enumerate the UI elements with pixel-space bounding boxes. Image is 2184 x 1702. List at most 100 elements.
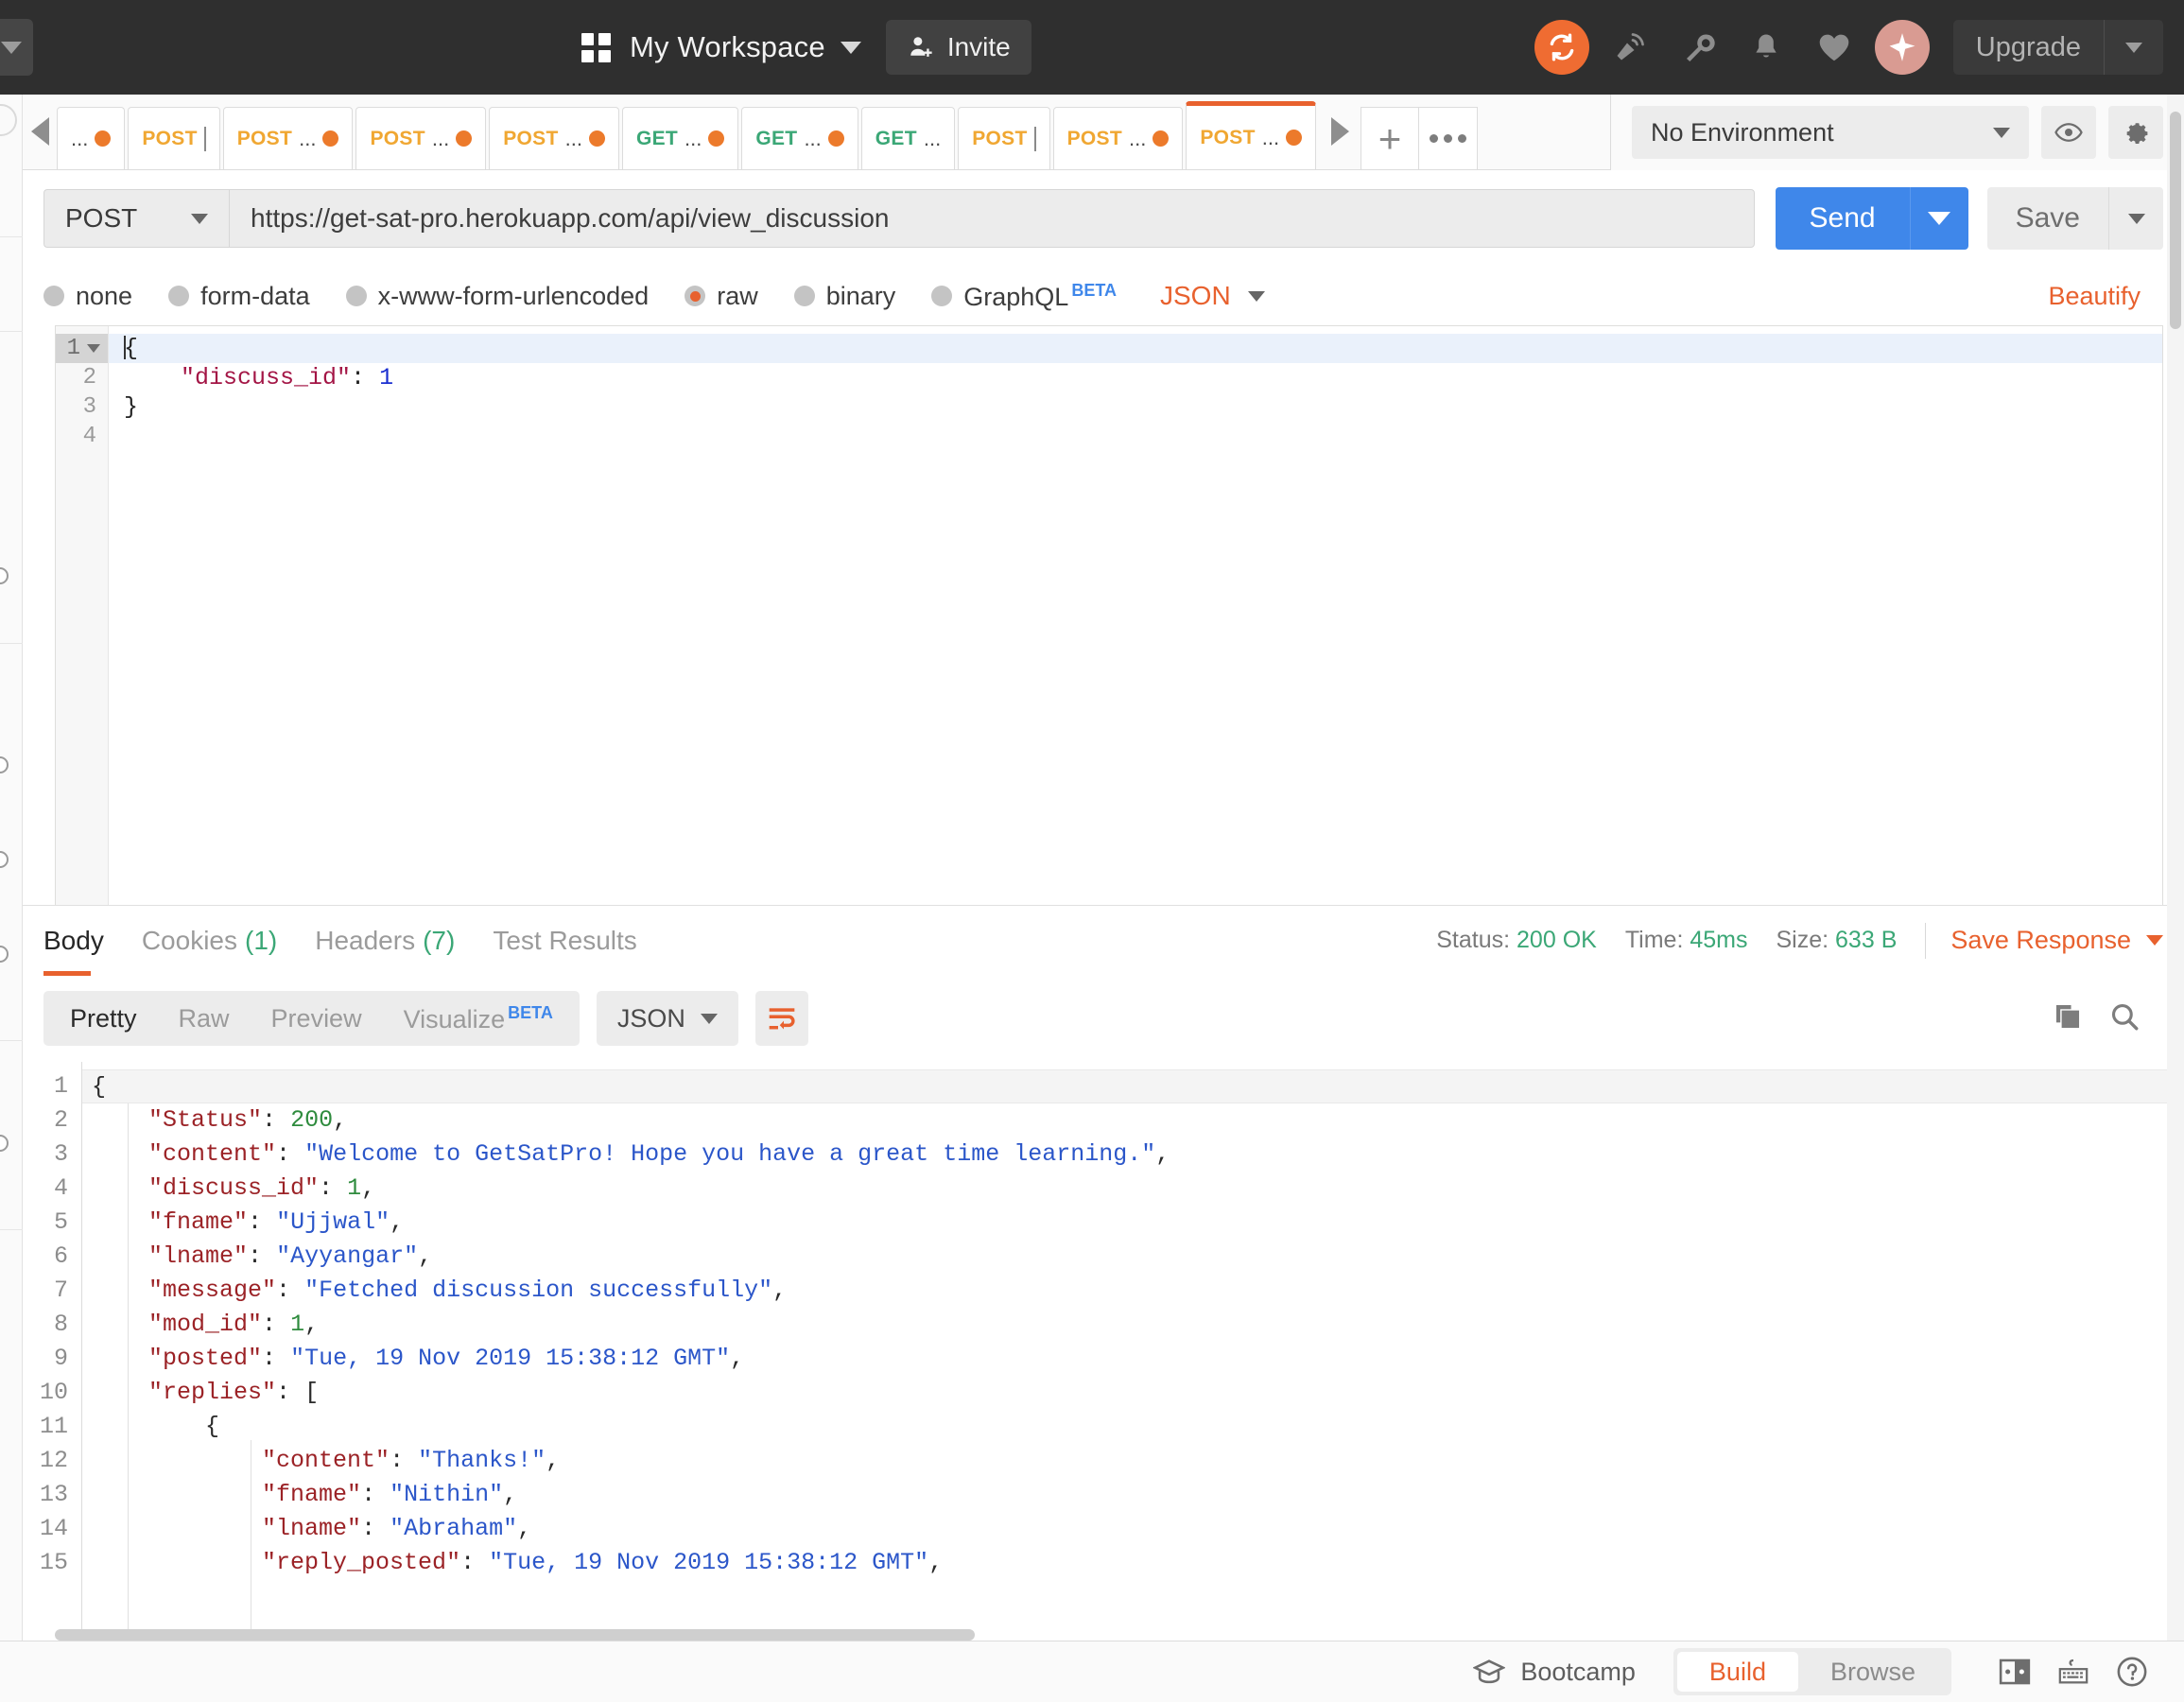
notifications-button[interactable]	[1732, 0, 1800, 95]
environment-quick-look-button[interactable]	[2041, 106, 2096, 159]
code-line: "mod_id": 1,	[148, 1311, 320, 1338]
save-button[interactable]: Save	[1986, 187, 2108, 250]
response-body-viewer[interactable]: 1 2 3 4 5 6 7 8 9 10 11 12 13 14 15 { "Status": 200, "…	[23, 1062, 2184, 1641]
request-tab[interactable]: GET...	[860, 107, 956, 169]
response-tab-cookies[interactable]: Cookies (1)	[142, 906, 277, 976]
save-response-button[interactable]: Save Response	[1950, 926, 2163, 955]
sync-button[interactable]	[1528, 0, 1596, 95]
request-tab[interactable]: POST...	[1186, 101, 1317, 169]
line-number: 4	[53, 1174, 68, 1202]
top-bar: My Workspace Invite Upgrade	[0, 0, 2184, 95]
tabs-scroll-left-button[interactable]	[23, 94, 57, 169]
settings-button[interactable]	[2108, 106, 2163, 159]
save-group: Save	[1986, 187, 2163, 250]
request-tab[interactable]: GET...	[621, 107, 739, 169]
response-horizontal-scrollbar[interactable]	[55, 1629, 2146, 1641]
line-number: 10	[39, 1379, 68, 1406]
request-tab[interactable]: POST	[958, 107, 1050, 169]
request-tab[interactable]: POST...	[222, 107, 354, 169]
view-mode-visualize[interactable]: Visualize BETA	[383, 1003, 574, 1034]
copy-button[interactable]	[2052, 1000, 2084, 1037]
beautify-button[interactable]: Beautify	[2048, 282, 2141, 311]
tabs-scroll-right-button[interactable]	[1319, 94, 1361, 169]
body-type-radio-x-www-form-urlencoded[interactable]: x-www-form-urlencoded	[345, 282, 649, 311]
request-body-editor[interactable]: 12 3 4 { "discuss_id": 1}	[55, 325, 2163, 905]
request-tab[interactable]: ...	[57, 107, 126, 169]
keyboard-shortcuts-button[interactable]	[2044, 1641, 2103, 1702]
wrench-button[interactable]	[1664, 0, 1732, 95]
request-tab[interactable]: POST...	[489, 107, 619, 169]
unsaved-indicator-icon	[456, 130, 473, 147]
graduation-cap-icon	[1473, 1659, 1506, 1684]
collection-bullet	[0, 851, 9, 868]
search-button[interactable]	[2108, 1000, 2141, 1037]
tab-title: ...	[1261, 125, 1280, 149]
eye-icon	[2054, 123, 2083, 142]
body-type-radio-graphql[interactable]: GraphQL BETA	[931, 281, 1117, 312]
response-tab-body[interactable]: Body	[43, 906, 104, 976]
request-tab[interactable]: POST	[128, 107, 220, 169]
response-format-label: JSON	[616, 1003, 685, 1033]
code-line: "content": "Thanks!",	[262, 1447, 561, 1474]
response-tab-headers[interactable]: Headers (7)	[315, 906, 455, 976]
view-mode-raw[interactable]: Raw	[158, 1004, 251, 1033]
body-format-selector[interactable]: JSON	[1160, 281, 1265, 311]
code-line: "posted": "Tue, 19 Nov 2019 15:38:12 GMT…	[148, 1345, 745, 1372]
app-shell: ... POST POST... POST... POST... GET... GET...…	[0, 95, 2184, 1641]
new-button[interactable]	[1868, 0, 1936, 95]
send-button[interactable]: Send	[1775, 187, 1910, 250]
favorites-button[interactable]	[1800, 0, 1868, 95]
chevron-down-icon[interactable]	[840, 41, 861, 54]
bootcamp-button[interactable]: Bootcamp	[1473, 1658, 1636, 1687]
two-pane-layout-button[interactable]	[1985, 1641, 2044, 1702]
code-line: "fname": "Ujjwal",	[148, 1208, 405, 1236]
response-format-selector[interactable]: JSON	[596, 991, 738, 1046]
invite-button[interactable]: Invite	[885, 20, 1031, 75]
code-line: "discuss_id": 1	[181, 364, 394, 391]
chevron-down-icon	[191, 213, 208, 224]
tab-method: GET	[635, 127, 679, 149]
chevron-down-icon	[1928, 212, 1951, 225]
view-mode-pretty[interactable]: Pretty	[49, 1004, 158, 1033]
response-body-code[interactable]: { "Status": 200, "content": "Welcome to …	[81, 1062, 2184, 1641]
build-tab[interactable]: Build	[1676, 1652, 1798, 1692]
url-input[interactable]: https://get-sat-pro.herokuapp.com/api/vi…	[229, 189, 1755, 248]
environment-selector[interactable]: No Environment	[1632, 106, 2029, 159]
sidebar-toggle-button[interactable]	[0, 19, 33, 76]
request-tab[interactable]: GET...	[741, 107, 858, 169]
request-tab[interactable]: POST...	[1052, 107, 1184, 169]
http-method-selector[interactable]: POST	[43, 189, 229, 248]
request-tab[interactable]: POST...	[355, 107, 487, 169]
save-options-button[interactable]	[2108, 187, 2163, 250]
body-type-radio-binary[interactable]: binary	[793, 282, 895, 311]
grid-icon	[581, 32, 611, 62]
response-tab-test-results[interactable]: Test Results	[493, 906, 637, 976]
radio-icon	[793, 286, 815, 306]
send-options-button[interactable]	[1909, 187, 1968, 250]
workspace-name[interactable]: My Workspace	[630, 30, 825, 64]
collections-sidebar-edge[interactable]	[0, 95, 23, 1641]
radio-icon	[685, 286, 706, 306]
chevron-down-icon	[2127, 213, 2145, 224]
view-mode-preview[interactable]: Preview	[251, 1004, 383, 1033]
response-tools	[2052, 1000, 2141, 1037]
new-tab-button[interactable]: +	[1361, 107, 1420, 169]
request-body-code[interactable]: { "discuss_id": 1}	[109, 326, 2162, 905]
tab-method: POST	[236, 127, 293, 149]
tabs-overflow-button[interactable]	[1419, 107, 1479, 169]
word-wrap-button[interactable]	[754, 991, 808, 1046]
code-line: }	[124, 393, 139, 421]
body-type-radio-none[interactable]: none	[43, 282, 132, 311]
page-scrollbar[interactable]	[2167, 95, 2184, 1641]
help-button[interactable]	[2103, 1641, 2161, 1702]
upgrade-control[interactable]: Upgrade	[1952, 20, 2163, 75]
status-metric: Status: 200 OK	[1436, 927, 1597, 954]
fold-icon	[87, 344, 100, 353]
satellite-button[interactable]	[1596, 0, 1664, 95]
browse-tab[interactable]: Browse	[1798, 1652, 1948, 1692]
body-type-radio-form-data[interactable]: form-data	[168, 282, 310, 311]
body-type-radio-raw[interactable]: raw	[685, 282, 758, 311]
response-tab-bar: Body Cookies (1) Headers (7) Test Results Sta…	[23, 905, 2184, 976]
top-bar-actions: Upgrade	[1528, 0, 2163, 95]
upgrade-dropdown-button[interactable]	[2105, 42, 2163, 53]
